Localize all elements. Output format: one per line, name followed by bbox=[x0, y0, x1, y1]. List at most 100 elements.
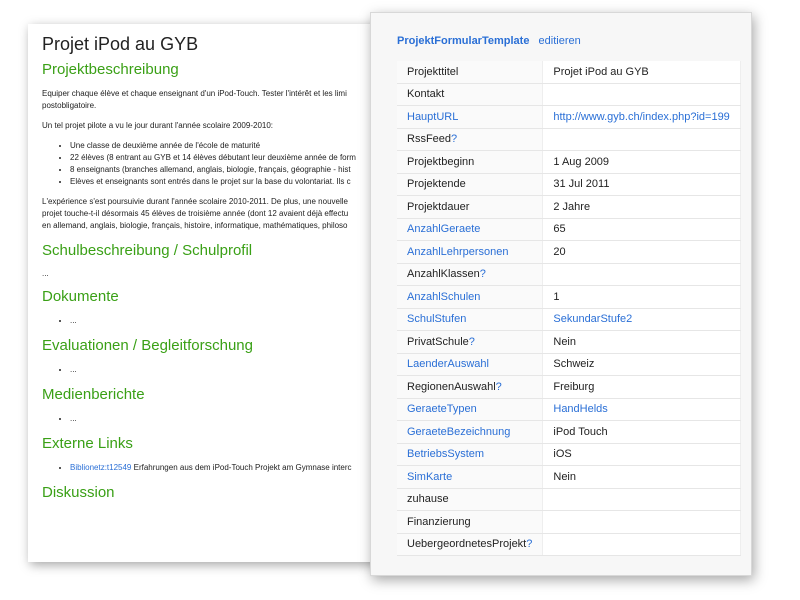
property-key-label: PrivatSchule bbox=[407, 335, 469, 348]
property-row: AnzahlKlassen? bbox=[397, 263, 741, 286]
property-key[interactable]: GeraeteTypen bbox=[397, 398, 544, 421]
property-value: Nein bbox=[542, 465, 741, 489]
property-key-label: Kontakt bbox=[407, 88, 445, 101]
property-row: GeraeteTypen HandHelds bbox=[397, 398, 741, 421]
property-row: AnzahlGeraete 65 bbox=[397, 218, 741, 241]
property-key-label: AnzahlLehrpersonen bbox=[407, 245, 509, 258]
property-key[interactable]: BetriebsSystem bbox=[397, 443, 544, 466]
property-key: PrivatSchule? bbox=[397, 330, 544, 354]
property-value: iPod Touch bbox=[542, 420, 741, 444]
edit-link[interactable]: editieren bbox=[539, 35, 581, 47]
property-value: iOS bbox=[542, 443, 741, 466]
property-key[interactable]: AnzahlSchulen bbox=[397, 285, 544, 309]
property-key-label: SimKarte bbox=[407, 470, 453, 483]
property-key[interactable]: SchulStufen bbox=[397, 308, 544, 331]
property-key-label: SchulStufen bbox=[407, 313, 467, 326]
property-key: Projektdauer bbox=[397, 195, 544, 219]
property-row: zuhause bbox=[397, 488, 741, 511]
property-key[interactable]: LaenderAuswahl bbox=[397, 353, 544, 376]
property-value[interactable]: http://www.gyb.ch/index.php?id=199 bbox=[542, 105, 741, 129]
property-key-label: BetriebsSystem bbox=[407, 448, 485, 461]
property-row: Projektdauer 2 Jahre bbox=[397, 195, 741, 219]
property-row: HauptURL http://www.gyb.ch/index.php?id=1… bbox=[397, 105, 741, 129]
help-question-link[interactable]: ? bbox=[496, 381, 502, 393]
help-question-link[interactable]: ? bbox=[480, 268, 486, 280]
property-value bbox=[542, 488, 741, 511]
help-question-link[interactable]: ? bbox=[451, 133, 457, 145]
property-key-label: Projekttitel bbox=[407, 65, 459, 78]
property-row: Projekttitel Projet iPod au GYB bbox=[397, 61, 741, 84]
property-row: SimKarte Nein bbox=[397, 465, 741, 489]
property-value[interactable]: HandHelds bbox=[542, 398, 741, 421]
property-row: UebergeordnetesProjekt? bbox=[397, 533, 741, 556]
property-key-label: AnzahlKlassen bbox=[407, 268, 480, 281]
property-value: 1 Aug 2009 bbox=[542, 150, 741, 174]
property-key-label: RssFeed bbox=[407, 133, 452, 146]
property-key-label: LaenderAuswahl bbox=[407, 358, 489, 371]
property-key: AnzahlKlassen? bbox=[397, 263, 544, 286]
property-value: 65 bbox=[542, 218, 741, 241]
property-value[interactable]: SekundarStufe2 bbox=[542, 308, 741, 331]
property-row: Projektbeginn 1 Aug 2009 bbox=[397, 150, 741, 174]
help-question-link[interactable]: ? bbox=[469, 336, 475, 348]
property-row: Kontakt bbox=[397, 83, 741, 106]
property-value bbox=[542, 128, 741, 151]
panel-header: ProjektFormularTemplate editieren bbox=[397, 35, 581, 47]
property-key: Projektbeginn bbox=[397, 150, 544, 174]
property-key-label: Projektbeginn bbox=[407, 155, 475, 168]
property-key-label: zuhause bbox=[407, 493, 449, 506]
property-key: RegionenAuswahl? bbox=[397, 375, 544, 399]
property-row: RssFeed? bbox=[397, 128, 741, 151]
property-row: Finanzierung bbox=[397, 510, 741, 534]
property-key: Projektende bbox=[397, 173, 544, 196]
biblionetz-link[interactable]: Biblionetz:t12549 bbox=[70, 463, 131, 472]
property-key-label: AnzahlGeraete bbox=[407, 223, 481, 236]
link-description: Erfahrungen aus dem iPod-Touch Projekt a… bbox=[133, 463, 352, 472]
property-value bbox=[542, 83, 741, 106]
template-link[interactable]: ProjektFormularTemplate bbox=[397, 35, 529, 47]
property-key-label: Projektende bbox=[407, 178, 466, 191]
property-row: PrivatSchule? Nein bbox=[397, 330, 741, 354]
property-value: 2 Jahre bbox=[542, 195, 741, 219]
property-value: 1 bbox=[542, 285, 741, 309]
property-value: 20 bbox=[542, 240, 741, 264]
property-key-label: HauptURL bbox=[407, 110, 459, 123]
property-key: zuhause bbox=[397, 488, 544, 511]
property-row: Projektende 31 Jul 2011 bbox=[397, 173, 741, 196]
property-key: Kontakt bbox=[397, 83, 544, 106]
property-row: AnzahlLehrpersonen 20 bbox=[397, 240, 741, 264]
help-question-link[interactable]: ? bbox=[526, 538, 532, 550]
property-key[interactable]: AnzahlLehrpersonen bbox=[397, 240, 544, 264]
property-key-label: Finanzierung bbox=[407, 515, 471, 528]
property-key-label: GeraeteBezeichnung bbox=[407, 425, 511, 438]
property-value: Projet iPod au GYB bbox=[542, 61, 741, 84]
property-key: Projekttitel bbox=[397, 61, 544, 84]
property-key[interactable]: AnzahlGeraete bbox=[397, 218, 544, 241]
property-key[interactable]: SimKarte bbox=[397, 465, 544, 489]
property-value: Schweiz bbox=[542, 353, 741, 376]
property-value bbox=[542, 263, 741, 286]
property-row: AnzahlSchulen 1 bbox=[397, 285, 741, 309]
property-value: Freiburg bbox=[542, 375, 741, 399]
property-key: UebergeordnetesProjekt? bbox=[397, 533, 544, 556]
property-row: RegionenAuswahl? Freiburg bbox=[397, 375, 741, 399]
property-value bbox=[542, 533, 741, 556]
property-row: BetriebsSystem iOS bbox=[397, 443, 741, 466]
property-key[interactable]: GeraeteBezeichnung bbox=[397, 420, 544, 444]
property-value bbox=[542, 510, 741, 534]
property-value: 31 Jul 2011 bbox=[542, 173, 741, 196]
property-row: GeraeteBezeichnung iPod Touch bbox=[397, 420, 741, 444]
property-key-label: GeraeteTypen bbox=[407, 403, 477, 416]
template-panel: ProjektFormularTemplate editieren Projek… bbox=[370, 12, 752, 576]
property-key[interactable]: HauptURL bbox=[397, 105, 544, 129]
property-key: Finanzierung bbox=[397, 510, 544, 534]
property-row: SchulStufen SekundarStufe2 bbox=[397, 308, 741, 331]
properties-table: Projekttitel Projet iPod au GYB Kontakt Hau… bbox=[397, 61, 741, 556]
property-row: LaenderAuswahl Schweiz bbox=[397, 353, 741, 376]
property-value: Nein bbox=[542, 330, 741, 354]
property-key: RssFeed? bbox=[397, 128, 544, 151]
property-key-label: RegionenAuswahl bbox=[407, 380, 496, 393]
property-key-label: UebergeordnetesProjekt bbox=[407, 538, 527, 551]
property-key-label: Projektdauer bbox=[407, 200, 470, 213]
property-key-label: AnzahlSchulen bbox=[407, 290, 481, 303]
